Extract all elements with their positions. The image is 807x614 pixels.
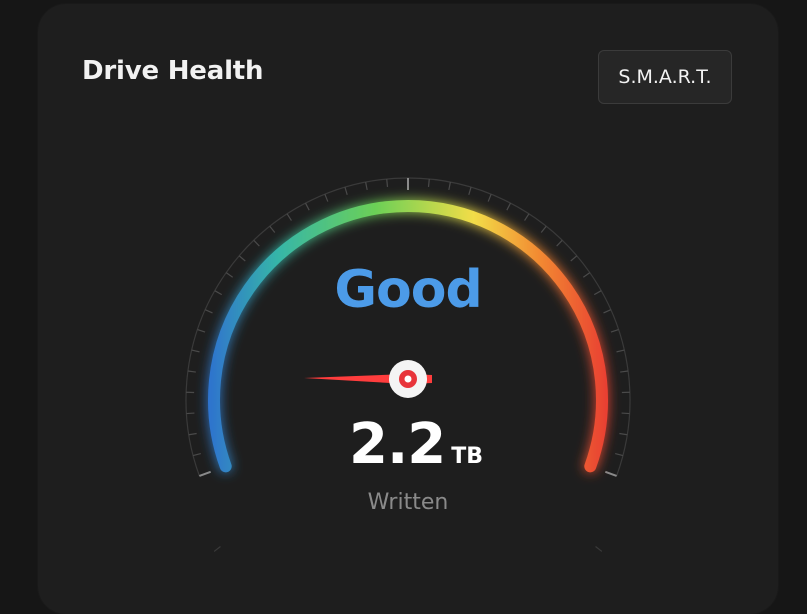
- gauge-tick: [488, 194, 491, 201]
- gauge-tick: [305, 203, 309, 210]
- health-status: Good: [0, 260, 807, 320]
- gauge-tick: [620, 371, 628, 372]
- gauge-tick: [199, 472, 210, 476]
- gauge-needle: [304, 360, 432, 398]
- gauge-tick: [449, 182, 451, 190]
- gauge-tick: [611, 330, 619, 333]
- gauge-tick: [605, 472, 616, 476]
- gauge-tick: [429, 179, 430, 187]
- gauge-tick: [541, 226, 546, 232]
- gauge-tick: [214, 547, 220, 552]
- gauge-tick: [193, 454, 201, 456]
- gauge-tick: [557, 240, 563, 246]
- gauge-tick: [192, 350, 200, 352]
- gauge-tick: [287, 214, 291, 221]
- written-caption: Written: [0, 490, 807, 515]
- gauge-tick: [325, 194, 328, 201]
- gauge-tick: [270, 226, 275, 232]
- gauge-tick: [525, 214, 529, 221]
- written-amount: 2.2: [349, 412, 445, 477]
- gauge-tick: [366, 182, 368, 190]
- gauge-tick: [254, 240, 260, 246]
- gauge-tick: [387, 179, 388, 187]
- gauge-tick: [507, 203, 511, 210]
- written-unit: TB: [451, 444, 483, 469]
- gauge-tick: [596, 547, 602, 552]
- gauge-tick: [617, 350, 625, 352]
- written-value: 2.2TB: [349, 412, 483, 477]
- gauge-tick: [189, 433, 197, 434]
- gauge-tick: [619, 433, 627, 434]
- gauge-tick: [188, 371, 196, 372]
- gauge-tick: [197, 330, 205, 333]
- gauge-tick: [345, 187, 347, 195]
- gauge-tick: [469, 187, 471, 195]
- gauge-tick: [615, 454, 623, 456]
